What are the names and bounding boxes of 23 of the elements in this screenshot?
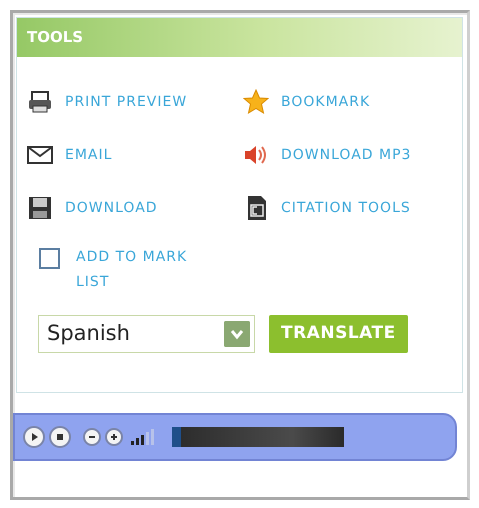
tool-link[interactable]: CITATION TOOLS xyxy=(243,193,462,223)
tool-link[interactable]: EMAIL xyxy=(27,140,243,170)
star-icon xyxy=(243,89,269,115)
tool-link[interactable]: DOWNLOAD MP3 xyxy=(243,140,462,170)
mark-list-link[interactable]: ADD TO MARK LIST xyxy=(76,245,216,295)
play-button[interactable] xyxy=(23,426,45,448)
play-icon xyxy=(29,432,39,442)
tool-link[interactable]: PRINT PREVIEW xyxy=(27,87,243,117)
volume-up-button[interactable] xyxy=(105,428,123,446)
volume-meter[interactable] xyxy=(131,429,154,445)
caret-icon xyxy=(224,321,250,347)
tool-link[interactable]: BOOKMARK xyxy=(243,87,462,117)
mark-list-checkbox[interactable] xyxy=(39,248,60,269)
printer-icon xyxy=(27,89,53,115)
language-dropdown[interactable]: Spanish xyxy=(38,315,255,353)
progress-track[interactable] xyxy=(172,427,344,447)
tool-link[interactable]: DOWNLOAD xyxy=(27,193,243,223)
stop-button[interactable] xyxy=(49,426,71,448)
stop-icon xyxy=(55,432,65,442)
panel-title: TOOLS xyxy=(17,18,462,57)
volume-up-icon xyxy=(109,432,119,442)
translate-button[interactable]: TRANSLATE xyxy=(269,315,408,353)
volume-down-button[interactable] xyxy=(83,428,101,446)
